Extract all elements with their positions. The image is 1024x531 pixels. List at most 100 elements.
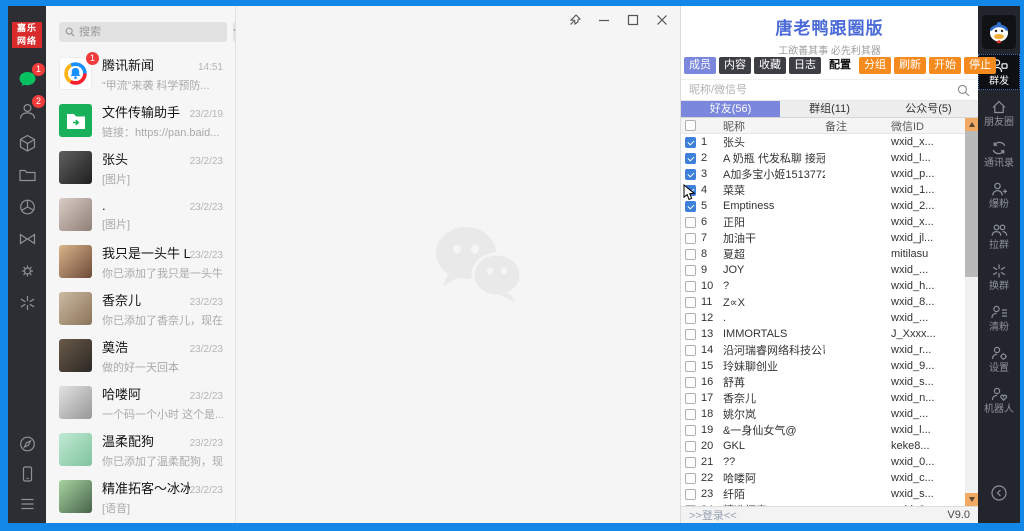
- minimize-icon[interactable]: [598, 14, 610, 26]
- cube-icon[interactable]: [16, 132, 38, 154]
- scroll-down-arrow[interactable]: [965, 493, 978, 506]
- table-row[interactable]: 24 精准拓客 wxid_9...: [681, 502, 965, 506]
- member-tab[interactable]: 群组(11): [780, 101, 879, 117]
- chat-search-input[interactable]: [79, 26, 221, 38]
- row-checkbox[interactable]: [685, 153, 696, 164]
- table-row[interactable]: 23 纤陌 wxid_s...: [681, 486, 965, 502]
- table-row[interactable]: 10 ? wxid_h...: [681, 278, 965, 294]
- compass-icon[interactable]: [16, 433, 38, 455]
- aperture-icon[interactable]: [16, 196, 38, 218]
- chat-list-item[interactable]: 精准拓客～冰冰 23/2/23 [语音]: [46, 473, 235, 520]
- table-row[interactable]: 2 A 奶瓶 代发私聊 接冠名 wxid_l...: [681, 150, 965, 166]
- gear-icon[interactable]: [16, 260, 38, 282]
- row-checkbox[interactable]: [685, 441, 696, 452]
- row-checkbox[interactable]: [685, 297, 696, 308]
- chat-list-item[interactable]: 哈喽阿 23/2/23 一个码一个小时 这个是...: [46, 379, 235, 426]
- tools-sidebar-item-爆粉[interactable]: 爆粉: [978, 177, 1020, 213]
- chat-list-item[interactable]: 香奈儿 23/2/23 你已添加了香奈儿，现在...: [46, 285, 235, 332]
- panel-button-内容[interactable]: 内容: [719, 57, 751, 74]
- row-checkbox[interactable]: [685, 329, 696, 340]
- row-checkbox[interactable]: [685, 377, 696, 388]
- phone-icon[interactable]: [16, 463, 38, 485]
- member-search-input[interactable]: [689, 84, 957, 96]
- row-checkbox[interactable]: [685, 265, 696, 276]
- panel-button-日志[interactable]: 日志: [789, 57, 821, 74]
- row-checkbox[interactable]: [685, 457, 696, 468]
- chat-search-box[interactable]: [59, 22, 227, 42]
- row-checkbox[interactable]: [685, 249, 696, 260]
- table-row[interactable]: 17 香奈儿 wxid_n...: [681, 390, 965, 406]
- member-tab[interactable]: 好友(56): [681, 101, 780, 117]
- member-tab[interactable]: 公众号(5): [879, 101, 978, 117]
- table-row[interactable]: 4 菜菜 wxid_1...: [681, 182, 965, 198]
- tools-sidebar-item-机器人[interactable]: 机器人: [978, 382, 1020, 418]
- table-row[interactable]: 15 玲妹聊创业 wxid_9...: [681, 358, 965, 374]
- table-row[interactable]: 8 夏超 mitilasu: [681, 246, 965, 262]
- panel-button-刷新[interactable]: 刷新: [894, 57, 926, 74]
- table-row[interactable]: 19 &一身仙女气@ wxid_l...: [681, 422, 965, 438]
- panel-button-成员[interactable]: 成员: [684, 57, 716, 74]
- table-row[interactable]: 16 舒苒 wxid_s...: [681, 374, 965, 390]
- panel-button-配置[interactable]: 配置: [824, 57, 856, 74]
- member-search-box[interactable]: [681, 79, 978, 101]
- chat-list-item[interactable]: 奠浩 23/2/23 做的好一天回本: [46, 332, 235, 379]
- table-row[interactable]: 11 Z∝X wxid_8...: [681, 294, 965, 310]
- row-checkbox[interactable]: [685, 137, 696, 148]
- close-icon[interactable]: [656, 14, 668, 26]
- folder-icon[interactable]: [16, 164, 38, 186]
- panel-button-开始[interactable]: 开始: [929, 57, 961, 74]
- row-checkbox[interactable]: [685, 281, 696, 292]
- table-row[interactable]: 18 姚尔岚 wxid_...: [681, 406, 965, 422]
- row-checkbox[interactable]: [685, 409, 696, 420]
- table-row[interactable]: 6 正阳 wxid_x...: [681, 214, 965, 230]
- select-all-checkbox[interactable]: [685, 120, 696, 131]
- table-scrollbar[interactable]: [965, 118, 978, 506]
- login-link[interactable]: >>登录<<: [689, 507, 737, 523]
- pin-icon[interactable]: [569, 14, 581, 26]
- tools-sidebar-item-朋友圈[interactable]: 朋友圈: [978, 95, 1020, 131]
- table-row[interactable]: 14 沿河瑞睿网络科技公司 wxid_r...: [681, 342, 965, 358]
- row-checkbox[interactable]: [685, 169, 696, 180]
- panel-button-分组[interactable]: 分组: [859, 57, 891, 74]
- tools-sidebar-item-设置[interactable]: 设置: [978, 341, 1020, 377]
- row-checkbox[interactable]: [685, 361, 696, 372]
- table-row[interactable]: 21 ?? wxid_0...: [681, 454, 965, 470]
- chat-list-item[interactable]: 文件传输助手 23/2/19 链接：https://pan.baid...: [46, 97, 235, 144]
- chat-list-item[interactable]: . 23/2/23 [图片]: [46, 191, 235, 238]
- panel-button-收藏[interactable]: 收藏: [754, 57, 786, 74]
- table-row[interactable]: 5 Emptiness wxid_2...: [681, 198, 965, 214]
- table-row[interactable]: 13 IMMORTALS J_Xxxx...: [681, 326, 965, 342]
- panel-button-停止[interactable]: 停止: [964, 57, 996, 74]
- chat-list-item[interactable]: 温柔配狗 23/2/23 你已添加了温柔配狗，现...: [46, 426, 235, 473]
- contacts-icon[interactable]: 2: [16, 100, 38, 122]
- row-checkbox[interactable]: [685, 393, 696, 404]
- row-checkbox[interactable]: [685, 489, 696, 500]
- row-checkbox[interactable]: [685, 217, 696, 228]
- row-checkbox[interactable]: [685, 313, 696, 324]
- tools-sidebar-item-拉群[interactable]: 拉群: [978, 218, 1020, 254]
- row-checkbox[interactable]: [685, 505, 696, 507]
- maximize-icon[interactable]: [627, 14, 639, 26]
- chat-icon[interactable]: 1: [16, 68, 38, 90]
- row-checkbox[interactable]: [685, 345, 696, 356]
- table-row[interactable]: 22 哈喽阿 wxid_c...: [681, 470, 965, 486]
- tools-sidebar-item-清粉[interactable]: 清粉: [978, 300, 1020, 336]
- collapse-icon[interactable]: [978, 481, 1020, 505]
- table-row[interactable]: 1 张头 wxid_x...: [681, 134, 965, 150]
- scroll-up-arrow[interactable]: [965, 118, 978, 131]
- row-checkbox[interactable]: [685, 473, 696, 484]
- chat-list-item[interactable]: 1 腾讯新闻 14:51 “甲流”来袭 科学预防...: [46, 50, 235, 97]
- row-checkbox[interactable]: [685, 233, 696, 244]
- chat-list-item[interactable]: 我只是一头牛 L(^o 23/2/23 你已添加了我只是一头牛...: [46, 238, 235, 285]
- chat-list-item[interactable]: 张头 23/2/23 [图片]: [46, 144, 235, 191]
- sparkle-icon[interactable]: [16, 292, 38, 314]
- table-row[interactable]: 7 加油干 wxid_jl...: [681, 230, 965, 246]
- table-row[interactable]: 9 JOY wxid_...: [681, 262, 965, 278]
- row-checkbox[interactable]: [685, 425, 696, 436]
- tools-sidebar-item-通讯录[interactable]: 通讯录: [978, 136, 1020, 172]
- bowtie-icon[interactable]: [16, 228, 38, 250]
- tools-sidebar-item-换群[interactable]: 换群: [978, 259, 1020, 295]
- table-row[interactable]: 12 . wxid_...: [681, 310, 965, 326]
- menu-icon[interactable]: [16, 493, 38, 515]
- table-row[interactable]: 3 A加多宝小姬15137729913 wxid_p...: [681, 166, 965, 182]
